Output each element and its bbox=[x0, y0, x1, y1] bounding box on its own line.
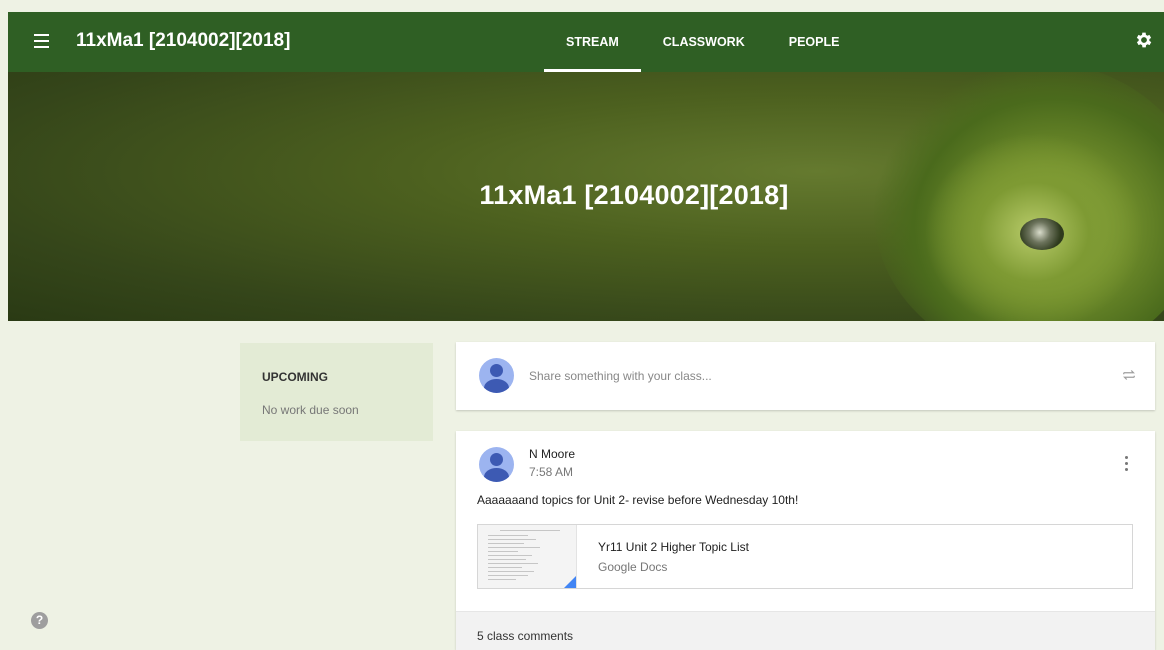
top-app-bar: 11xMa1 [2104002][2018] STREAM CLASSWORK … bbox=[8, 12, 1164, 72]
tab-classwork[interactable]: CLASSWORK bbox=[641, 12, 767, 72]
upcoming-panel: UPCOMING No work due soon bbox=[240, 343, 433, 441]
help-icon[interactable]: ? bbox=[31, 612, 48, 629]
document-thumbnail bbox=[478, 525, 577, 588]
class-title[interactable]: 11xMa1 [2104002][2018] bbox=[76, 30, 290, 52]
share-box[interactable]: Share something with your class... bbox=[456, 342, 1155, 410]
stream-post: N Moore 7:58 AM Aaaaaaand topics for Uni… bbox=[456, 431, 1155, 650]
banner-title: 11xMa1 [2104002][2018] bbox=[479, 180, 789, 210]
upcoming-title: UPCOMING bbox=[262, 370, 328, 384]
tab-people[interactable]: PEOPLE bbox=[767, 12, 862, 72]
repost-icon[interactable] bbox=[1120, 366, 1138, 384]
avatar bbox=[479, 358, 514, 393]
gear-icon[interactable] bbox=[1134, 30, 1154, 50]
post-timestamp: 7:58 AM bbox=[529, 465, 574, 479]
post-author: N Moore bbox=[529, 447, 576, 461]
upcoming-empty-text: No work due soon bbox=[262, 403, 359, 417]
share-placeholder[interactable]: Share something with your class... bbox=[529, 369, 712, 383]
class-banner: 11xMa1 [2104002][2018] bbox=[8, 72, 1164, 321]
attachment-type: Google Docs bbox=[598, 560, 668, 574]
more-options-icon[interactable] bbox=[1123, 456, 1129, 474]
google-docs-corner-icon bbox=[562, 574, 576, 588]
avatar bbox=[479, 447, 514, 482]
comments-bar: 5 class comments bbox=[456, 611, 1155, 650]
tab-bar: STREAM CLASSWORK PEOPLE bbox=[544, 12, 861, 72]
banner-frog-eye bbox=[1020, 218, 1064, 250]
attachment-title[interactable]: Yr11 Unit 2 Higher Topic List bbox=[598, 540, 749, 554]
attachment-card[interactable]: Yr11 Unit 2 Higher Topic List Google Doc… bbox=[477, 524, 1133, 589]
hamburger-menu-icon[interactable] bbox=[34, 34, 49, 48]
class-comments-link[interactable]: 5 class comments bbox=[477, 629, 573, 643]
tab-stream[interactable]: STREAM bbox=[544, 12, 641, 72]
post-body: Aaaaaaand topics for Unit 2- revise befo… bbox=[477, 493, 799, 507]
